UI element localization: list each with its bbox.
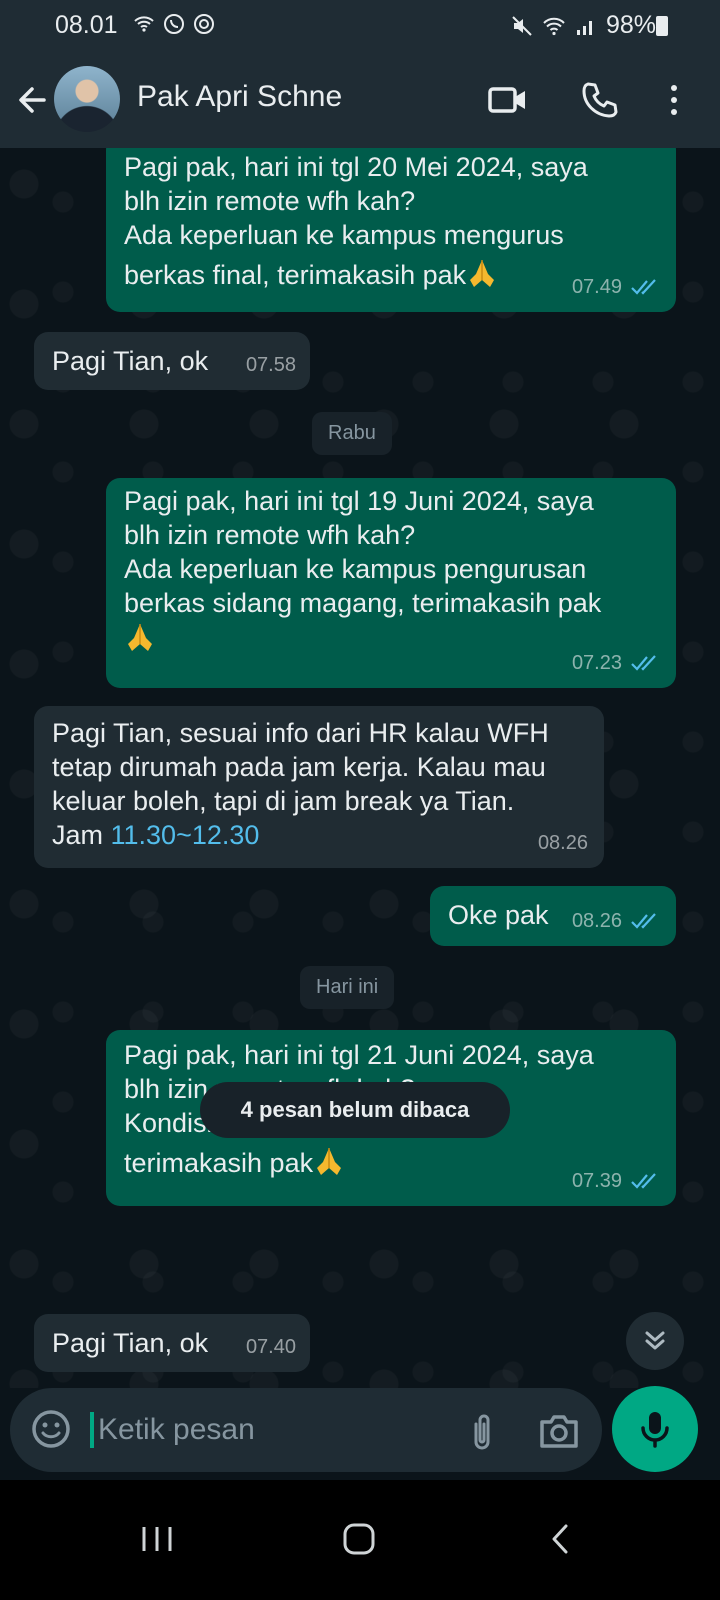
battery-icon	[656, 16, 668, 36]
message-text: Ada keperluan ke kampus mengurus	[124, 220, 564, 250]
folded-hands-icon	[128, 624, 152, 651]
message-time: 07.58	[245, 354, 296, 376]
message-text: Pagi pak, hari ini tgl 21 Juni 2024, say…	[124, 1040, 594, 1070]
home-icon[interactable]	[334, 1514, 384, 1564]
message-text: berkas final, terimakasih pak	[124, 260, 467, 290]
text-cursor	[90, 1412, 94, 1448]
wifi-icon	[543, 17, 565, 35]
more-options-icon[interactable]	[660, 78, 688, 122]
message-text: blh izin remote wfh kah?	[124, 186, 416, 216]
back-icon[interactable]	[14, 78, 50, 122]
message-bubble[interactable]: Pagi Tian, ok 07.58	[34, 332, 310, 390]
camera-icon[interactable]	[538, 1412, 580, 1450]
message-text: Ada keperluan ke kampus pengurusan	[124, 554, 587, 584]
date-chip: Hari ini	[300, 966, 395, 1009]
message-bubble[interactable]: Pagi Tian, sesuai info dari HR kalau WFH…	[34, 706, 604, 868]
message-time: 07.39	[571, 1170, 622, 1192]
message-text: Jam	[52, 820, 111, 850]
message-time: 07.40	[245, 1336, 296, 1358]
chat-area[interactable]: Pagi pak, hari ini tgl 20 Mei 2024, saya…	[0, 148, 720, 1388]
read-receipt-icon	[631, 655, 656, 671]
message-text: Pagi Tian, sesuai info dari HR kalau WFH	[52, 718, 549, 748]
message-text: blh izin remote wfh kah?	[124, 520, 416, 550]
voice-call-icon[interactable]	[578, 78, 622, 122]
message-text: Pagi pak, hari ini tgl 20 Mei 2024, saya	[124, 152, 588, 182]
status-bar: 08.01 98%	[0, 0, 720, 52]
scroll-to-bottom-button[interactable]	[626, 1312, 684, 1370]
message-composer	[10, 1388, 602, 1472]
signal-icon	[576, 20, 592, 35]
whatsapp-icon	[164, 14, 184, 34]
read-receipt-icon	[631, 1173, 656, 1189]
battery-percent: 98%	[605, 11, 656, 39]
message-time: 08.26	[537, 832, 588, 854]
attachment-icon[interactable]	[464, 1410, 500, 1454]
folded-hands-icon	[317, 1148, 342, 1175]
microphone-button[interactable]	[612, 1386, 698, 1472]
message-bubble[interactable]: Pagi pak, hari ini tgl 19 Juni 2024, say…	[106, 478, 676, 688]
message-input[interactable]	[98, 1406, 438, 1454]
nav-back-icon[interactable]	[536, 1514, 586, 1564]
system-navigation-bar	[0, 1480, 720, 1600]
recent-apps-icon[interactable]	[132, 1514, 182, 1564]
contact-name[interactable]: Pak Apri Schne	[137, 80, 342, 114]
message-text: tetap dirumah pada jam kerja. Kalau mau	[52, 752, 546, 782]
message-bubble[interactable]: Pagi pak, hari ini tgl 20 Mei 2024, saya…	[106, 148, 676, 312]
message-text: terimakasih pak	[124, 1148, 314, 1178]
folded-hands-icon	[470, 260, 495, 287]
message-text: berkas sidang magang, terimakasih pak	[124, 588, 602, 618]
unread-banner: 4 pesan belum dibaca	[200, 1082, 510, 1138]
avatar[interactable]	[54, 66, 120, 132]
microphone-icon	[641, 1412, 669, 1448]
app-icon	[194, 14, 214, 34]
time-link[interactable]: 11.30~12.30	[111, 820, 260, 850]
mute-icon	[512, 15, 532, 36]
message-text: Pagi pak, hari ini tgl 19 Juni 2024, say…	[124, 486, 594, 516]
wifi-calling-icon	[134, 16, 154, 32]
read-receipt-icon	[631, 279, 656, 295]
date-chip: Rabu	[312, 412, 392, 455]
message-time: 08.26	[571, 910, 622, 932]
chat-header: Pak Apri Schne	[0, 52, 720, 148]
status-time: 08.01	[55, 11, 118, 39]
message-time: 07.23	[571, 652, 622, 674]
message-time: 07.49	[571, 276, 622, 298]
message-text: keluar boleh, tapi di jam break ya Tian.	[52, 786, 515, 816]
message-bubble[interactable]: Pagi Tian, ok 07.40	[34, 1314, 310, 1372]
message-bubble[interactable]: Oke pak 08.26	[430, 886, 676, 946]
emoji-icon[interactable]	[30, 1408, 72, 1450]
read-receipt-icon	[631, 913, 656, 929]
video-call-icon[interactable]	[486, 78, 530, 122]
double-chevron-down-icon	[645, 1331, 665, 1350]
